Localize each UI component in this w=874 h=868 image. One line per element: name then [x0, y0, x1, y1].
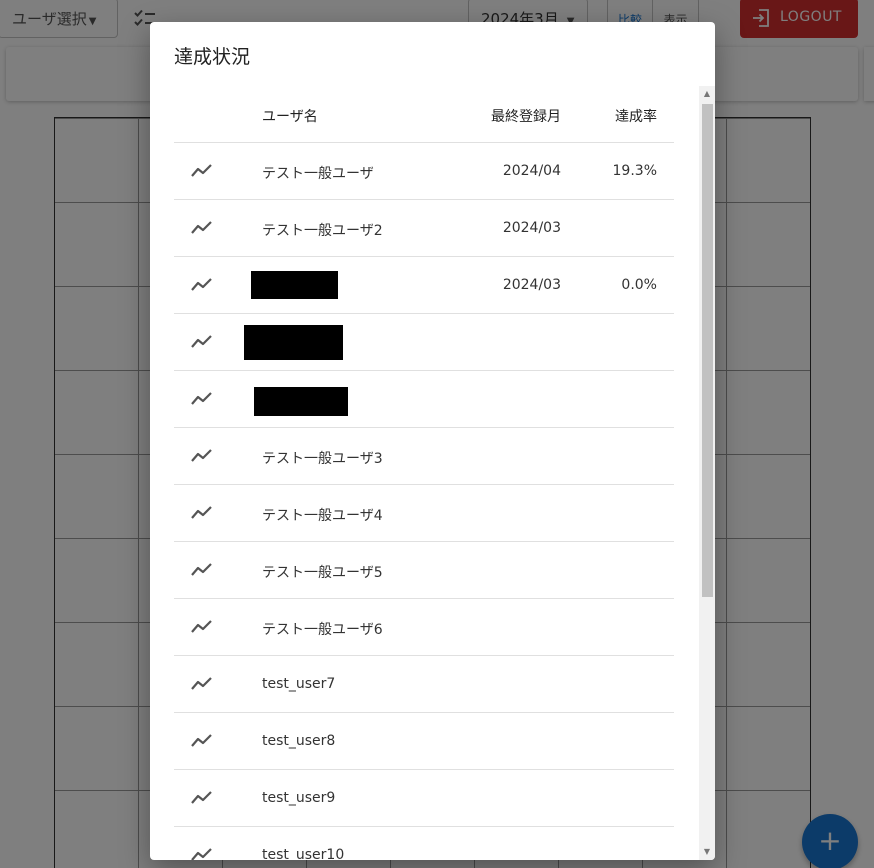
- rate-cell: 19.3%: [612, 163, 657, 179]
- line-chart-icon[interactable]: [191, 505, 213, 521]
- table-row[interactable]: テスト一般ユーザ2 2024/03: [174, 200, 674, 257]
- line-chart-icon[interactable]: [191, 733, 213, 749]
- last-month-cell: 2024/03: [502, 277, 561, 293]
- redacted-name: [251, 271, 338, 299]
- table-row[interactable]: [174, 371, 674, 428]
- line-chart-icon[interactable]: [191, 220, 213, 236]
- achievement-table: ユーザ名 最終登録月 達成率 テスト一般ユーザ 2024/04 19.3% テスト一般…: [174, 86, 674, 860]
- line-chart-icon[interactable]: [191, 277, 213, 293]
- last-month-cell: 2024/04: [502, 163, 561, 179]
- user-name-cell: test_user10: [262, 847, 345, 860]
- table-row[interactable]: テスト一般ユーザ 2024/04 19.3%: [174, 143, 674, 200]
- line-chart-icon[interactable]: [191, 847, 213, 860]
- achievement-table-container[interactable]: ユーザ名 最終登録月 達成率 テスト一般ユーザ 2024/04 19.3% テスト一般…: [174, 86, 715, 860]
- scrollbar[interactable]: ▲ ▼: [699, 86, 715, 860]
- table-row[interactable]: test_user7: [174, 656, 674, 713]
- table-row[interactable]: テスト一般ユーザ3: [174, 428, 674, 485]
- column-header-username[interactable]: ユーザ名: [262, 106, 318, 126]
- scroll-down-arrow-icon[interactable]: ▼: [699, 844, 715, 860]
- column-header-last-month[interactable]: 最終登録月: [491, 106, 561, 126]
- redacted-name: [254, 387, 348, 416]
- table-row[interactable]: テスト一般ユーザ4: [174, 485, 674, 542]
- table-row[interactable]: test_user9: [174, 770, 674, 827]
- user-name-cell: test_user7: [262, 676, 336, 692]
- line-chart-icon[interactable]: [191, 676, 213, 692]
- table-row[interactable]: テスト一般ユーザ6: [174, 599, 674, 656]
- scrollbar-thumb[interactable]: [702, 104, 713, 597]
- table-row[interactable]: 2024/03 0.0%: [174, 257, 674, 314]
- user-name-cell: テスト一般ユーザ6: [262, 622, 383, 638]
- dialog-title: 達成状況: [174, 46, 251, 68]
- line-chart-icon[interactable]: [191, 448, 213, 464]
- user-name-cell: テスト一般ユーザ2: [262, 223, 383, 239]
- line-chart-icon[interactable]: [191, 391, 213, 407]
- user-name-cell: test_user9: [262, 790, 336, 806]
- scroll-up-arrow-icon[interactable]: ▲: [699, 86, 715, 102]
- table-row[interactable]: test_user10: [174, 827, 674, 860]
- last-month-cell: 2024/03: [502, 220, 561, 236]
- user-name-cell: テスト一般ユーザ3: [262, 451, 383, 467]
- user-name-cell: test_user8: [262, 733, 336, 749]
- line-chart-icon[interactable]: [191, 334, 213, 350]
- line-chart-icon[interactable]: [191, 163, 213, 179]
- rate-cell: 0.0%: [621, 277, 657, 293]
- table-row[interactable]: test_user8: [174, 713, 674, 770]
- user-name-cell: テスト一般ユーザ: [262, 166, 374, 182]
- line-chart-icon[interactable]: [191, 562, 213, 578]
- table-row[interactable]: テスト一般ユーザ5: [174, 542, 674, 599]
- user-name-cell: テスト一般ユーザ4: [262, 508, 383, 524]
- column-header-rate[interactable]: 達成率: [615, 106, 657, 126]
- line-chart-icon[interactable]: [191, 619, 213, 635]
- user-name-cell: テスト一般ユーザ5: [262, 565, 383, 581]
- achievement-dialog: 達成状況 ユーザ名 最終登録月 達成率 テスト一般ユーザ 2024/04 19.3%…: [150, 22, 715, 860]
- redacted-name: [244, 325, 343, 360]
- table-header: ユーザ名 最終登録月 達成率: [174, 86, 674, 143]
- table-row[interactable]: [174, 314, 674, 371]
- line-chart-icon[interactable]: [191, 790, 213, 806]
